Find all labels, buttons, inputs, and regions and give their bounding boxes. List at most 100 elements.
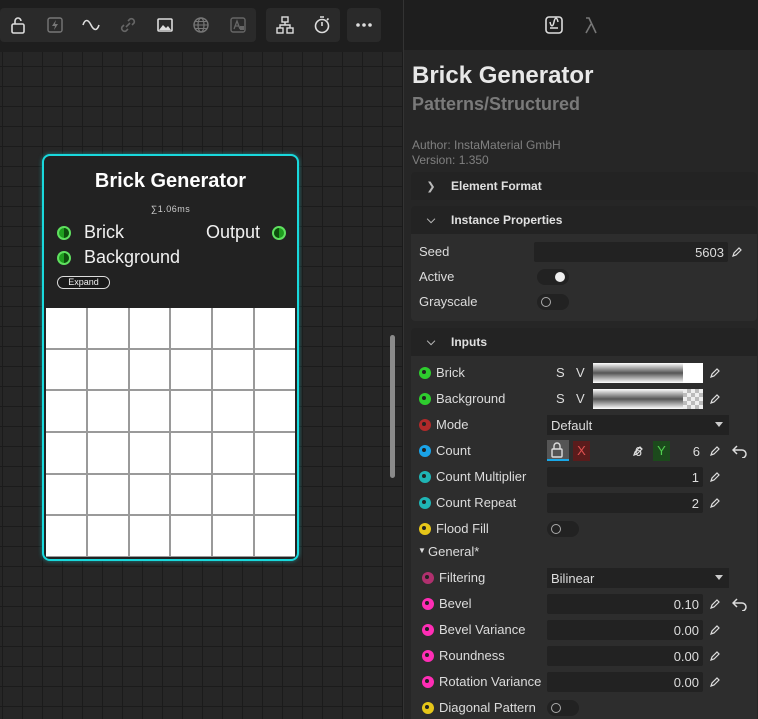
count-repeat-label: Count Repeat (436, 495, 517, 510)
input-pin-icon[interactable] (419, 523, 431, 535)
wave-icon[interactable] (73, 8, 110, 42)
mode-label: Mode (436, 417, 469, 432)
input-port-brick[interactable]: Brick (57, 222, 124, 243)
brick-label: Brick (436, 365, 465, 380)
edit-icon[interactable] (731, 246, 743, 258)
bevel-variance-row: Bevel Variance 0.00 (411, 618, 757, 642)
rotation-variance-field[interactable]: 0.00 (547, 672, 703, 692)
brick-gradient[interactable] (593, 363, 683, 383)
bevel-row: Bevel 0.10 (411, 592, 757, 616)
section-instance-properties: ⌵ Instance Properties Seed 5603 Active G… (411, 206, 757, 321)
edit-icon[interactable] (709, 624, 721, 636)
count-y-field[interactable]: 6 (671, 441, 704, 461)
seed-field[interactable]: 5603 (534, 242, 728, 262)
input-pin-icon[interactable] (419, 367, 431, 379)
node-properties-icon[interactable] (542, 13, 566, 37)
input-pin-icon[interactable] (57, 250, 71, 265)
edit-icon[interactable] (709, 598, 721, 610)
edit-icon[interactable] (709, 367, 721, 379)
edit-icon[interactable] (632, 445, 644, 457)
edit-icon[interactable] (709, 650, 721, 662)
version-text: Version: 1.350 (412, 153, 489, 167)
v-label[interactable]: V (576, 365, 585, 380)
edit-icon[interactable] (709, 497, 721, 509)
output-port[interactable]: Output (206, 222, 286, 243)
filtering-dropdown[interactable]: Bilinear (547, 568, 729, 588)
panel-tabs (404, 0, 758, 50)
inputs-header[interactable]: ⌵ Inputs (411, 328, 757, 356)
input-pin-icon[interactable] (422, 624, 434, 636)
active-toggle[interactable] (537, 269, 569, 285)
count-label: Count (436, 443, 471, 458)
s-label[interactable]: S (556, 391, 565, 406)
lambda-icon[interactable] (579, 13, 603, 37)
filtering-row: Filtering Bilinear (411, 566, 757, 590)
expand-button[interactable]: Expand (57, 276, 110, 289)
input-pin-icon[interactable] (419, 419, 431, 431)
hierarchy-icon[interactable] (266, 8, 303, 42)
count-row: Count X 6 Y 6 (411, 439, 757, 463)
edit-icon[interactable] (709, 393, 721, 405)
count-repeat-field[interactable]: 2 (547, 493, 703, 513)
flood-fill-row: Flood Fill (411, 517, 757, 541)
seed-row: Seed 5603 (411, 240, 757, 264)
mode-dropdown[interactable]: Default (547, 415, 729, 435)
seed-label: Seed (419, 244, 450, 259)
image-icon[interactable] (146, 8, 183, 42)
font-image-icon[interactable] (219, 8, 256, 42)
output-pin-icon[interactable] (272, 225, 286, 240)
input-pin-icon[interactable] (422, 702, 434, 714)
grayscale-toggle[interactable] (537, 294, 569, 310)
input-pin-icon[interactable] (419, 445, 431, 457)
instance-properties-header[interactable]: ⌵ Instance Properties (411, 206, 757, 234)
chevron-right-icon: ❯ (426, 180, 436, 193)
edit-icon[interactable] (709, 445, 721, 457)
bevel-field[interactable]: 0.10 (547, 594, 703, 614)
lock-icon[interactable] (547, 440, 569, 461)
brick-color-swatch[interactable] (683, 363, 703, 383)
reset-icon[interactable] (732, 597, 748, 611)
general-group-header[interactable]: ▼ General* (411, 542, 757, 562)
reset-icon[interactable] (732, 444, 748, 458)
active-row: Active (411, 265, 757, 289)
element-format-header[interactable]: ❯ Element Format (411, 172, 757, 200)
link-icon[interactable] (110, 8, 147, 42)
diagonal-pattern-toggle[interactable] (547, 700, 579, 716)
brick-generator-node[interactable]: Brick Generator ∑1.06ms Brick Background… (42, 154, 299, 561)
roundness-field[interactable]: 0.00 (547, 646, 703, 666)
output-port-label: Output (205, 222, 260, 242)
chevron-down-icon: ⌵ (426, 335, 436, 348)
node-graph-canvas[interactable]: Brick Generator ∑1.06ms Brick Background… (0, 0, 403, 719)
more-icon[interactable] (347, 8, 381, 42)
input-pin-icon[interactable] (57, 225, 71, 240)
roundness-row: Roundness 0.00 (411, 644, 757, 668)
bevel-variance-field[interactable]: 0.00 (547, 620, 703, 640)
count-multiplier-label: Count Multiplier (436, 469, 527, 484)
input-pin-icon[interactable] (419, 497, 431, 509)
edit-icon[interactable] (709, 676, 721, 688)
edit-icon[interactable] (709, 471, 721, 483)
count-y-label: Y (653, 441, 670, 461)
input-pin-icon[interactable] (422, 650, 434, 662)
s-label[interactable]: S (556, 365, 565, 380)
globe-icon[interactable] (183, 8, 220, 42)
stopwatch-icon[interactable] (303, 8, 340, 42)
chevron-down-icon: ⌵ (426, 213, 436, 226)
unlock-icon[interactable] (0, 8, 37, 42)
flash-icon[interactable] (37, 8, 74, 42)
input-pin-icon[interactable] (419, 471, 431, 483)
background-row: Background S V (411, 387, 757, 411)
input-port-background[interactable]: Background (57, 247, 180, 268)
canvas-scrollbar[interactable] (390, 335, 395, 478)
section-title: Instance Properties (451, 213, 563, 227)
background-gradient[interactable] (593, 389, 683, 409)
input-pin-icon[interactable] (422, 572, 434, 584)
input-pin-icon[interactable] (422, 598, 434, 610)
background-color-swatch[interactable] (683, 389, 703, 409)
count-multiplier-field[interactable]: 1 (547, 467, 703, 487)
bevel-label: Bevel (439, 596, 472, 611)
v-label[interactable]: V (576, 391, 585, 406)
input-pin-icon[interactable] (419, 393, 431, 405)
input-pin-icon[interactable] (422, 676, 434, 688)
flood-fill-toggle[interactable] (547, 521, 579, 537)
